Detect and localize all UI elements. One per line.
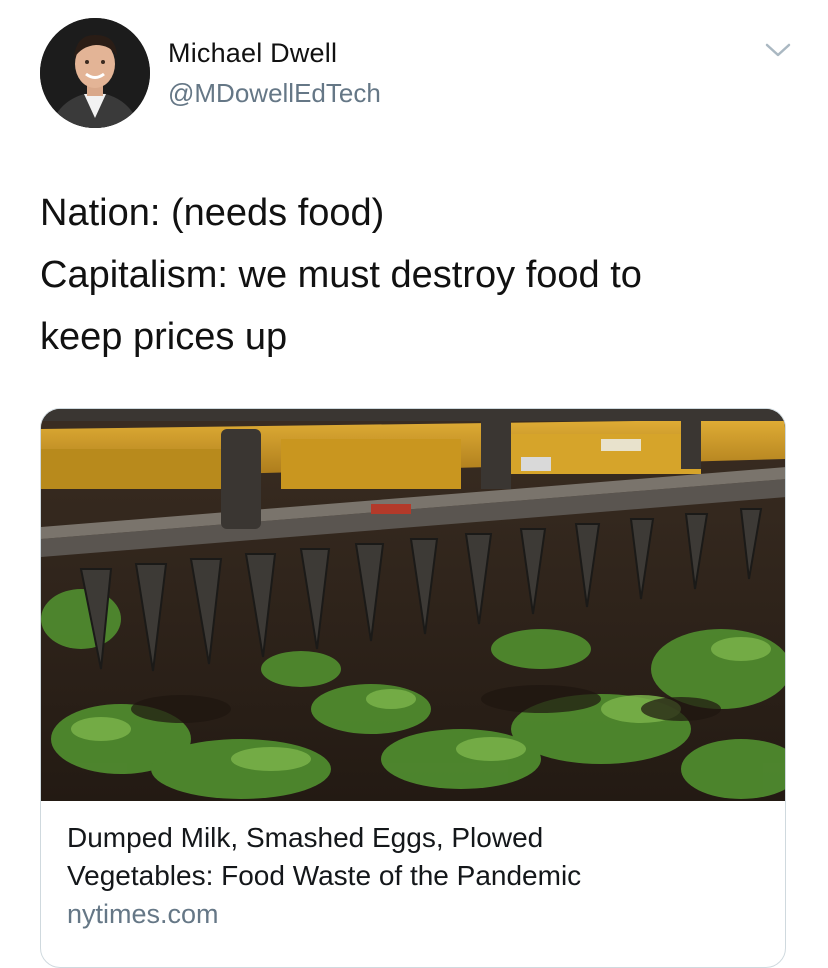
card-title-line: Vegetables: Food Waste of the Pandemic [67,860,582,891]
card-title[interactable]: Dumped Milk, Smashed Eggs, Plowed Vegeta… [67,819,767,895]
author-handle[interactable]: @MDowellEdTech [168,78,381,109]
link-preview-card[interactable]: Dumped Milk, Smashed Eggs, Plowed Vegeta… [40,408,786,968]
tweet-text-line: Capitalism: we must destroy food to [40,254,642,296]
tweet-text: Nation: (needs food) Capitalism: we must… [40,182,800,368]
card-domain: nytimes.com [67,899,219,929]
avatar-image [40,18,150,128]
author-display-name[interactable]: Michael Dwell [168,38,337,69]
tweet-text-line: Nation: (needs food) [40,192,385,234]
card-title-line: Dumped Milk, Smashed Eggs, Plowed [67,822,544,853]
tweet: Michael Dwell @MDowellEdTech Nation: (ne… [0,0,828,968]
card-image[interactable] [41,409,785,801]
chevron-down-icon[interactable] [764,40,792,60]
avatar[interactable] [40,18,150,128]
tweet-text-line: keep prices up [40,316,288,358]
